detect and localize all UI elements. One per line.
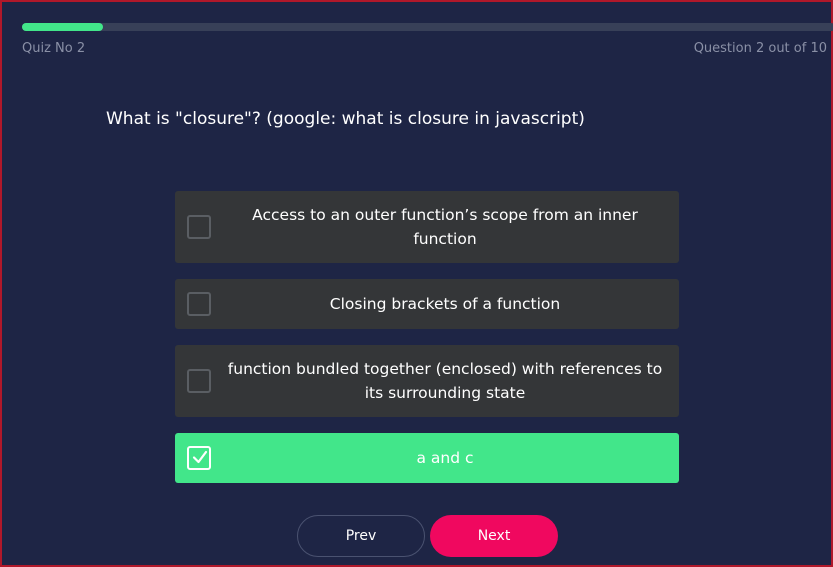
question-counter: Question 2 out of 10 xyxy=(693,41,827,56)
question-text: What is "closure"? (google: what is clos… xyxy=(106,109,585,129)
prev-button[interactable]: Prev xyxy=(297,515,425,557)
option-b[interactable]: Closing brackets of a function xyxy=(175,279,679,329)
option-label: a and c xyxy=(416,449,474,467)
check-icon xyxy=(192,450,208,464)
quiz-number-label: Quiz No 2 xyxy=(22,41,86,56)
option-c[interactable]: function bundled together (enclosed) wit… xyxy=(175,345,679,417)
checkbox-icon[interactable] xyxy=(187,215,211,239)
option-d[interactable]: a and c xyxy=(175,433,679,483)
checkbox-checked-icon[interactable] xyxy=(187,446,211,470)
option-label: function bundled together (enclosed) wit… xyxy=(227,360,663,402)
option-label: Access to an outer function’s scope from… xyxy=(252,206,638,248)
next-button[interactable]: Next xyxy=(430,515,558,557)
progress-fill xyxy=(22,23,104,31)
option-label: Closing brackets of a function xyxy=(329,295,561,313)
progress-bar xyxy=(22,23,833,31)
checkbox-icon[interactable] xyxy=(187,369,211,393)
option-a[interactable]: Access to an outer function’s scope from… xyxy=(175,191,679,263)
checkbox-icon[interactable] xyxy=(187,292,211,316)
quiz-container: Quiz No 2 Question 2 out of 10 What is "… xyxy=(0,0,833,567)
